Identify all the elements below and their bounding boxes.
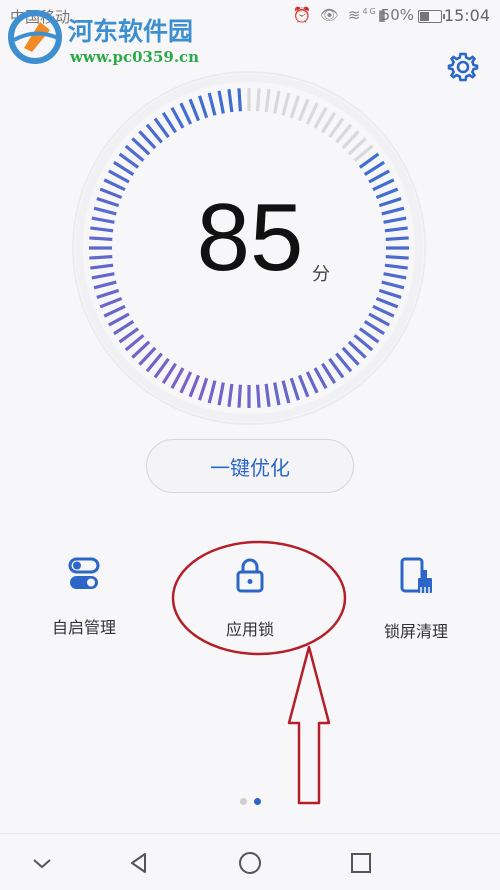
dial-tick [108,312,130,327]
clock: 15:04 [443,6,490,25]
dial-tick [321,362,337,384]
dial-tick [113,320,135,336]
dial-tick [103,178,126,192]
tool-label: 自启管理 [51,618,116,637]
dial-tick [313,367,328,389]
dial-tick [161,112,177,134]
dial-tick [108,169,130,184]
dial-tick [256,88,261,112]
network-type: 4G [362,7,378,16]
tool-label: 锁屏清理 [383,622,448,641]
dial-tick [217,382,225,406]
battery-percent: 50% [380,6,414,24]
score-display: 85 分 [0,190,500,286]
battery-icon [418,10,445,23]
dial-tick [289,377,300,401]
dial-tick [96,288,120,299]
page-indicator [0,798,500,808]
dial-tick [188,374,201,398]
dial-tick [227,383,234,407]
back-triangle-icon[interactable] [124,848,154,878]
score-value: 85 [196,184,304,291]
dial-tick [237,88,242,112]
dial-tick [305,371,319,394]
tool-app-lock[interactable]: 应用锁 [180,556,320,640]
watermark-url: www.pc0359.cn [70,48,200,66]
annotation-arrow [287,645,331,805]
dial-tick [321,112,337,134]
dial-tick [313,107,328,129]
dial-tick [179,102,193,125]
dial-tick [207,92,217,116]
dial-tick [170,367,185,389]
dial-tick [264,383,271,407]
dial-tick [237,384,242,408]
dial-tick [368,312,390,327]
dial-tick [198,377,209,401]
home-circle-icon[interactable] [235,848,265,878]
watermark-logo [8,10,62,64]
dial-tick [264,89,271,113]
dial-tick [363,320,385,336]
dial-tick [281,380,291,404]
score-unit: 分 [312,264,330,285]
optimize-button[interactable]: 一键优化 [146,439,354,493]
dial-tick [113,160,135,176]
dial-tick [227,89,234,113]
dial-tick [297,98,310,122]
dial-tick [289,95,300,119]
padlock-icon [236,558,264,593]
recents-square-icon[interactable] [346,848,376,878]
dial-tick [368,169,390,184]
dial-tick [273,382,281,406]
dial-tick [198,95,209,119]
dial-tick [207,380,217,404]
dial-tick [305,102,319,125]
tool-label: 应用锁 [225,620,274,639]
dial-tick [256,384,261,408]
dial-tick [170,107,185,129]
dial-tick [161,362,177,384]
toggle-switches-icon [68,557,100,589]
settings-gear-icon[interactable] [446,50,480,84]
dial-tick [281,92,291,116]
dial-tick [99,296,123,309]
dial-tick [372,178,395,192]
navigation-bar [0,833,500,890]
dial-tick [363,160,385,176]
dial-tick [378,288,402,299]
page-dot [254,798,261,805]
phone-broom-icon [400,557,432,593]
dial-tick [297,374,310,398]
watermark: 河东软件园 www.pc0359.cn [6,8,206,72]
page-dot [240,798,247,805]
dial-tick [372,304,395,318]
status-icons: ⏰ 👁 ≋4G▮ [292,6,388,24]
tool-lockscreen-cleanup[interactable]: 锁屏清理 [346,556,486,642]
dial-tick [103,304,126,318]
chevron-down-icon[interactable] [27,848,57,878]
dial-tick [217,90,225,114]
watermark-title: 河东软件园 [68,17,194,46]
dial-tick [188,98,201,122]
dial-tick [375,296,399,309]
tool-startup-manager[interactable]: 自启管理 [14,556,154,638]
dial-tick [273,90,281,114]
dial-tick [179,371,193,394]
